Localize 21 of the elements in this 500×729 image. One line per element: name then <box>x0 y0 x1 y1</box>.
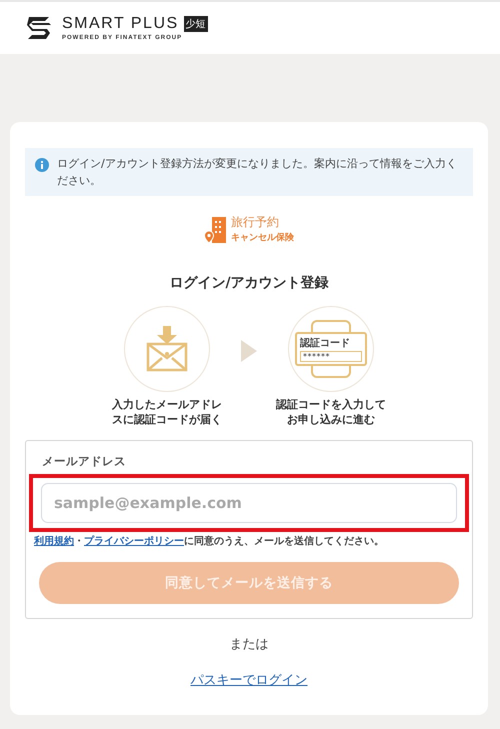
hotel-pin-icon <box>204 215 228 243</box>
arrow-icon <box>241 340 257 362</box>
field-label: メールアドレス <box>41 454 127 469</box>
code-value: ****** <box>300 351 362 362</box>
terms-link[interactable]: 利用規約 <box>34 536 74 547</box>
brand-name: SMART PLUS <box>62 15 179 33</box>
or-text: または <box>228 636 270 653</box>
step-caption: 認証コードを入力してお申し込みに進む <box>275 397 387 427</box>
email-input-field[interactable]: sample@example.com <box>41 483 457 523</box>
product-name: 旅行予約 <box>231 214 280 231</box>
envelope-icon <box>124 306 210 392</box>
page-title: ログイン/アカウント登録 <box>168 274 330 292</box>
code-label: 認証コード <box>300 336 351 350</box>
passkey-login-link[interactable]: パスキーでログイン <box>190 673 308 688</box>
terms-link[interactable]: プライバシーポリシー <box>84 536 184 547</box>
notice-text: ログイン/アカウント登録方法が変更になりました。案内に沿って情報をご入力ください。 <box>57 156 458 189</box>
terms-text: 利用規約・プライバシーポリシーに同意のうえ、メールを送信してください。 <box>32 534 385 548</box>
brand-badge: 少短 <box>184 16 208 32</box>
step-caption: 入力したメールアドレスに認証コードが届く <box>111 397 223 427</box>
info-icon <box>35 158 49 172</box>
product-subtitle: キャンセル保険 <box>231 232 294 244</box>
